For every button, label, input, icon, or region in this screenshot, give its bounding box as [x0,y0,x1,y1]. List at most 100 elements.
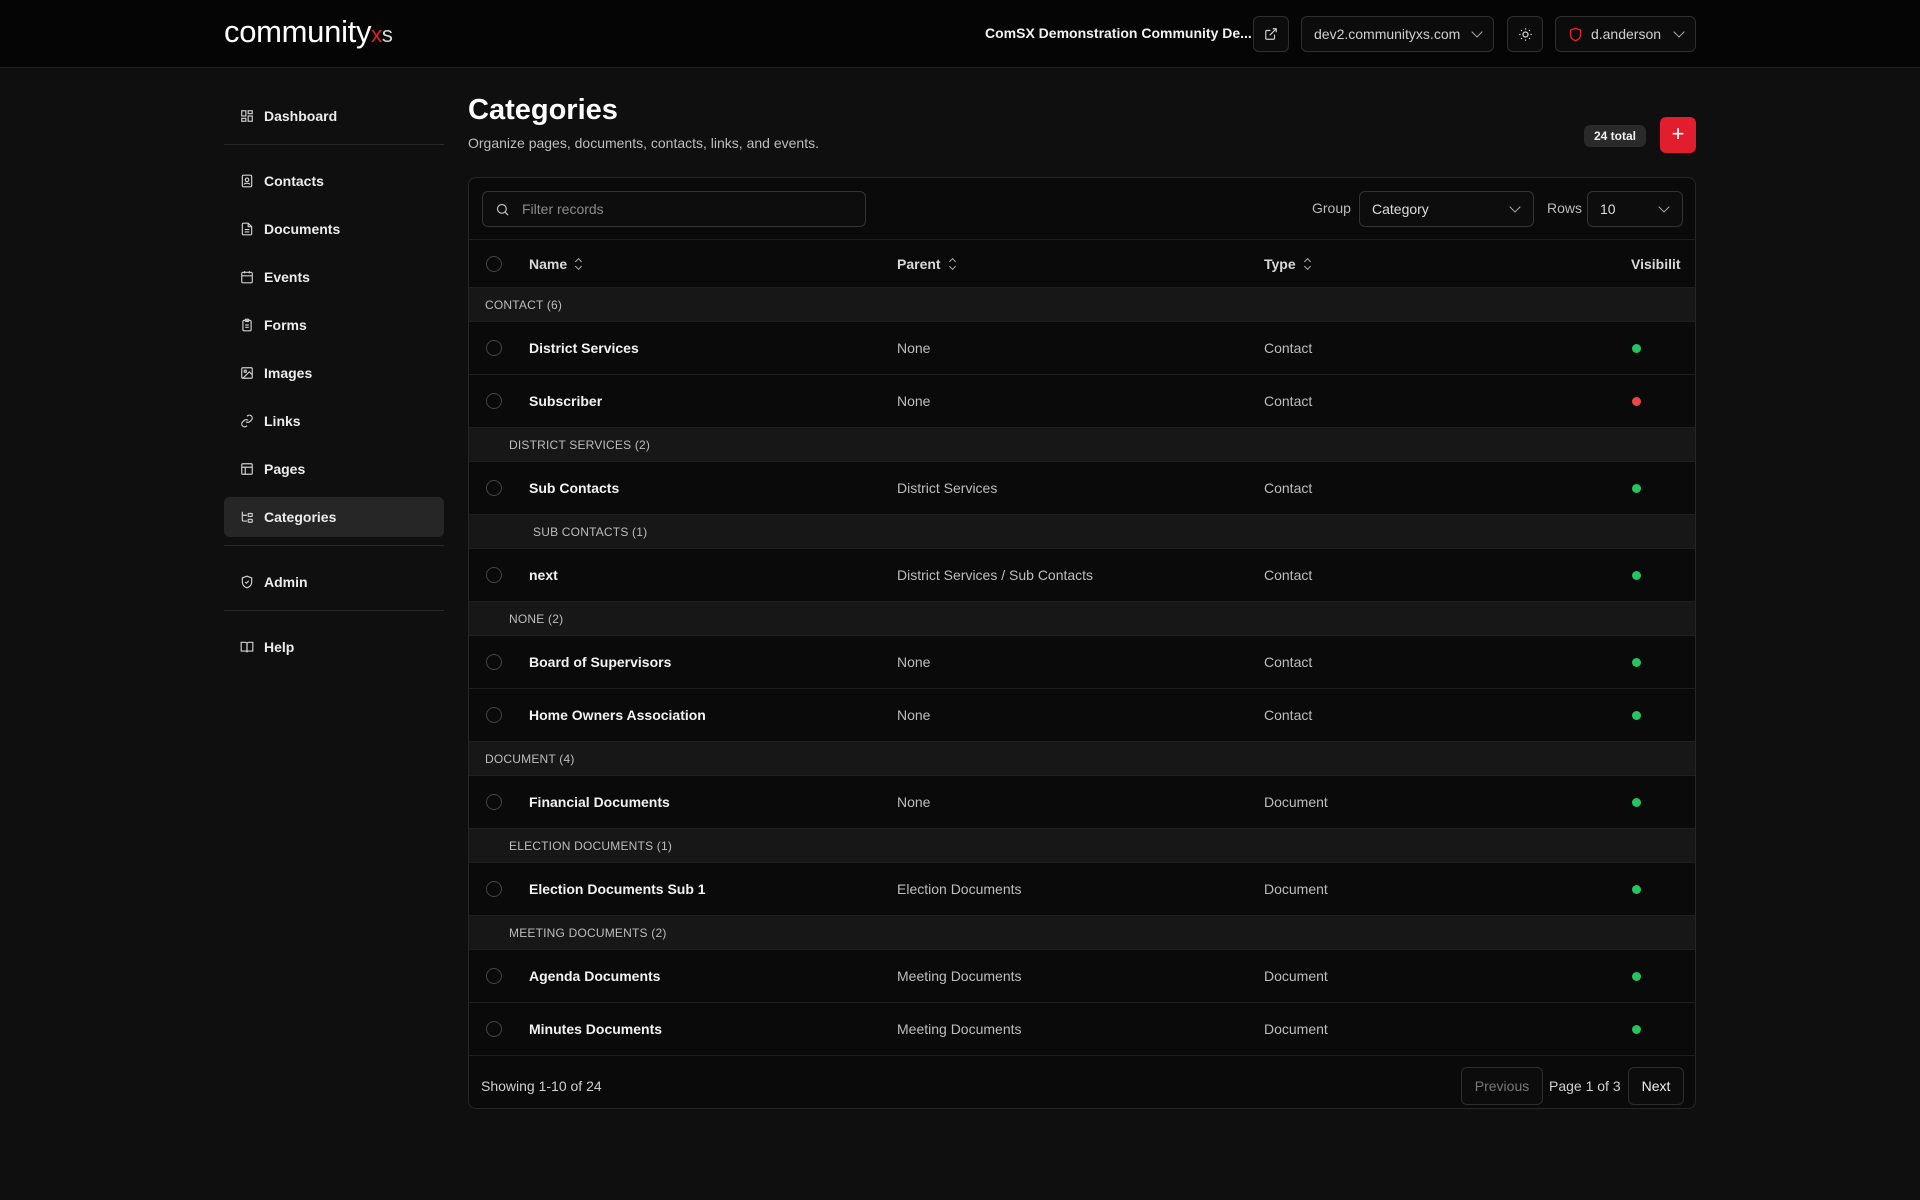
row-checkbox[interactable] [486,340,502,356]
sidebar-item-pages[interactable]: Pages [224,449,444,489]
sidebar-item-label: Documents [264,221,341,237]
group-select[interactable]: Category [1359,191,1534,227]
category-parent: None [897,794,931,810]
calendar-icon [240,270,254,284]
link-icon [240,414,254,428]
group-header: CONTACT (6) [469,288,1695,322]
user-name: d.anderson [1590,26,1662,42]
table-row[interactable]: Subscriber None Contact [469,375,1695,428]
table-row[interactable]: Agenda Documents Meeting Documents Documen… [469,950,1695,1003]
sidebar-item-links[interactable]: Links [224,401,444,441]
next-page-button[interactable]: Next [1628,1067,1684,1105]
category-parent: None [897,340,931,356]
divider [224,144,444,145]
category-type: Contact [1264,340,1313,356]
category-name[interactable]: Agenda Documents [529,968,660,984]
rows-select[interactable]: 10 [1587,191,1683,227]
category-parent: Meeting Documents [897,968,1022,984]
site-title: ComSX Demonstration Community De... [985,25,1252,41]
group-header: DISTRICT SERVICES (2) [469,428,1695,462]
row-checkbox[interactable] [486,881,502,897]
category-type: Document [1264,1021,1328,1037]
sun-icon [1518,27,1532,41]
page-info: Page 1 of 3 [1549,1078,1621,1094]
sidebar: Dashboard Contacts Documents Events Form… [224,96,444,675]
table-row[interactable]: Financial Documents None Document [469,776,1695,829]
row-checkbox[interactable] [486,707,502,723]
group-select-value: Category [1372,201,1429,217]
select-all-checkbox[interactable] [486,256,502,272]
sort-icon [949,258,957,270]
sidebar-item-help[interactable]: Help [224,627,444,667]
category-name[interactable]: next [529,567,558,583]
add-category-button[interactable]: + [1660,117,1696,153]
row-checkbox[interactable] [486,1021,502,1037]
category-name[interactable]: Home Owners Association [529,707,706,723]
open-site-button[interactable] [1253,16,1289,52]
category-name[interactable]: District Services [529,340,639,356]
group-header: SUB CONTACTS (1) [469,515,1695,549]
logo[interactable]: communityxs [224,14,393,50]
sidebar-item-events[interactable]: Events [224,257,444,297]
category-parent: None [897,393,931,409]
row-checkbox[interactable] [486,968,502,984]
column-label: Name [529,256,568,272]
row-checkbox[interactable] [486,393,502,409]
divider [224,545,444,546]
table-row[interactable]: Election Documents Sub 1 Election Documen… [469,863,1695,916]
sidebar-item-documents[interactable]: Documents [224,209,444,249]
sidebar-item-admin[interactable]: Admin [224,562,444,602]
document-icon [240,222,254,236]
group-header: MEETING DOCUMENTS (2) [469,916,1695,950]
rows-label: Rows [1547,200,1583,216]
domain-select[interactable]: dev2.communityxs.com [1301,16,1494,52]
table-row[interactable]: District Services None Contact [469,322,1695,375]
category-name[interactable]: Sub Contacts [529,480,619,496]
previous-page-button[interactable]: Previous [1461,1067,1543,1105]
row-checkbox[interactable] [486,567,502,583]
category-name[interactable]: Board of Supervisors [529,654,671,670]
sidebar-item-categories[interactable]: Categories [224,497,444,537]
filter-input[interactable] [520,200,850,218]
table-row[interactable]: Sub Contacts District Services Contact [469,462,1695,515]
rows-select-value: 10 [1600,201,1616,217]
category-type: Contact [1264,654,1313,670]
table-row[interactable]: Board of Supervisors None Contact [469,636,1695,689]
category-name[interactable]: Minutes Documents [529,1021,662,1037]
column-label: Parent [897,256,941,272]
sidebar-item-label: Dashboard [264,108,338,124]
table-row[interactable]: Home Owners Association None Contact [469,689,1695,742]
row-checkbox[interactable] [486,794,502,810]
group-header: NONE (2) [469,602,1695,636]
user-menu[interactable]: d.anderson [1555,16,1696,52]
showing-count: Showing 1-10 of 24 [481,1078,602,1094]
category-type: Contact [1264,480,1313,496]
domain-select-value: dev2.communityxs.com [1314,26,1461,42]
visibility-indicator [1632,972,1641,981]
sidebar-item-images[interactable]: Images [224,353,444,393]
chevron-down-icon [1673,26,1685,38]
column-header-name[interactable]: Name [529,256,583,272]
category-type: Document [1264,794,1328,810]
row-checkbox[interactable] [486,654,502,670]
table-row[interactable]: next District Services / Sub Contacts Cont… [469,549,1695,602]
category-name[interactable]: Financial Documents [529,794,670,810]
column-header-parent[interactable]: Parent [897,256,957,272]
sidebar-item-contacts[interactable]: Contacts [224,161,444,201]
clipboard-icon [240,318,254,332]
category-name[interactable]: Election Documents Sub 1 [529,881,706,897]
table-row[interactable]: Minutes Documents Meeting Documents Docume… [469,1003,1695,1056]
table-header: Name Parent Type Visibilit [469,240,1695,288]
layout-icon [240,462,254,476]
theme-toggle-button[interactable] [1507,16,1543,52]
category-name[interactable]: Subscriber [529,393,602,409]
filter-field[interactable] [482,191,866,227]
row-checkbox[interactable] [486,480,502,496]
sidebar-item-forms[interactable]: Forms [224,305,444,345]
visibility-indicator [1632,711,1641,720]
visibility-indicator [1632,658,1641,667]
column-label: Visibilit [1631,256,1681,272]
column-header-type[interactable]: Type [1264,256,1312,272]
sidebar-item-label: Admin [264,574,308,590]
sidebar-item-dashboard[interactable]: Dashboard [224,96,444,136]
